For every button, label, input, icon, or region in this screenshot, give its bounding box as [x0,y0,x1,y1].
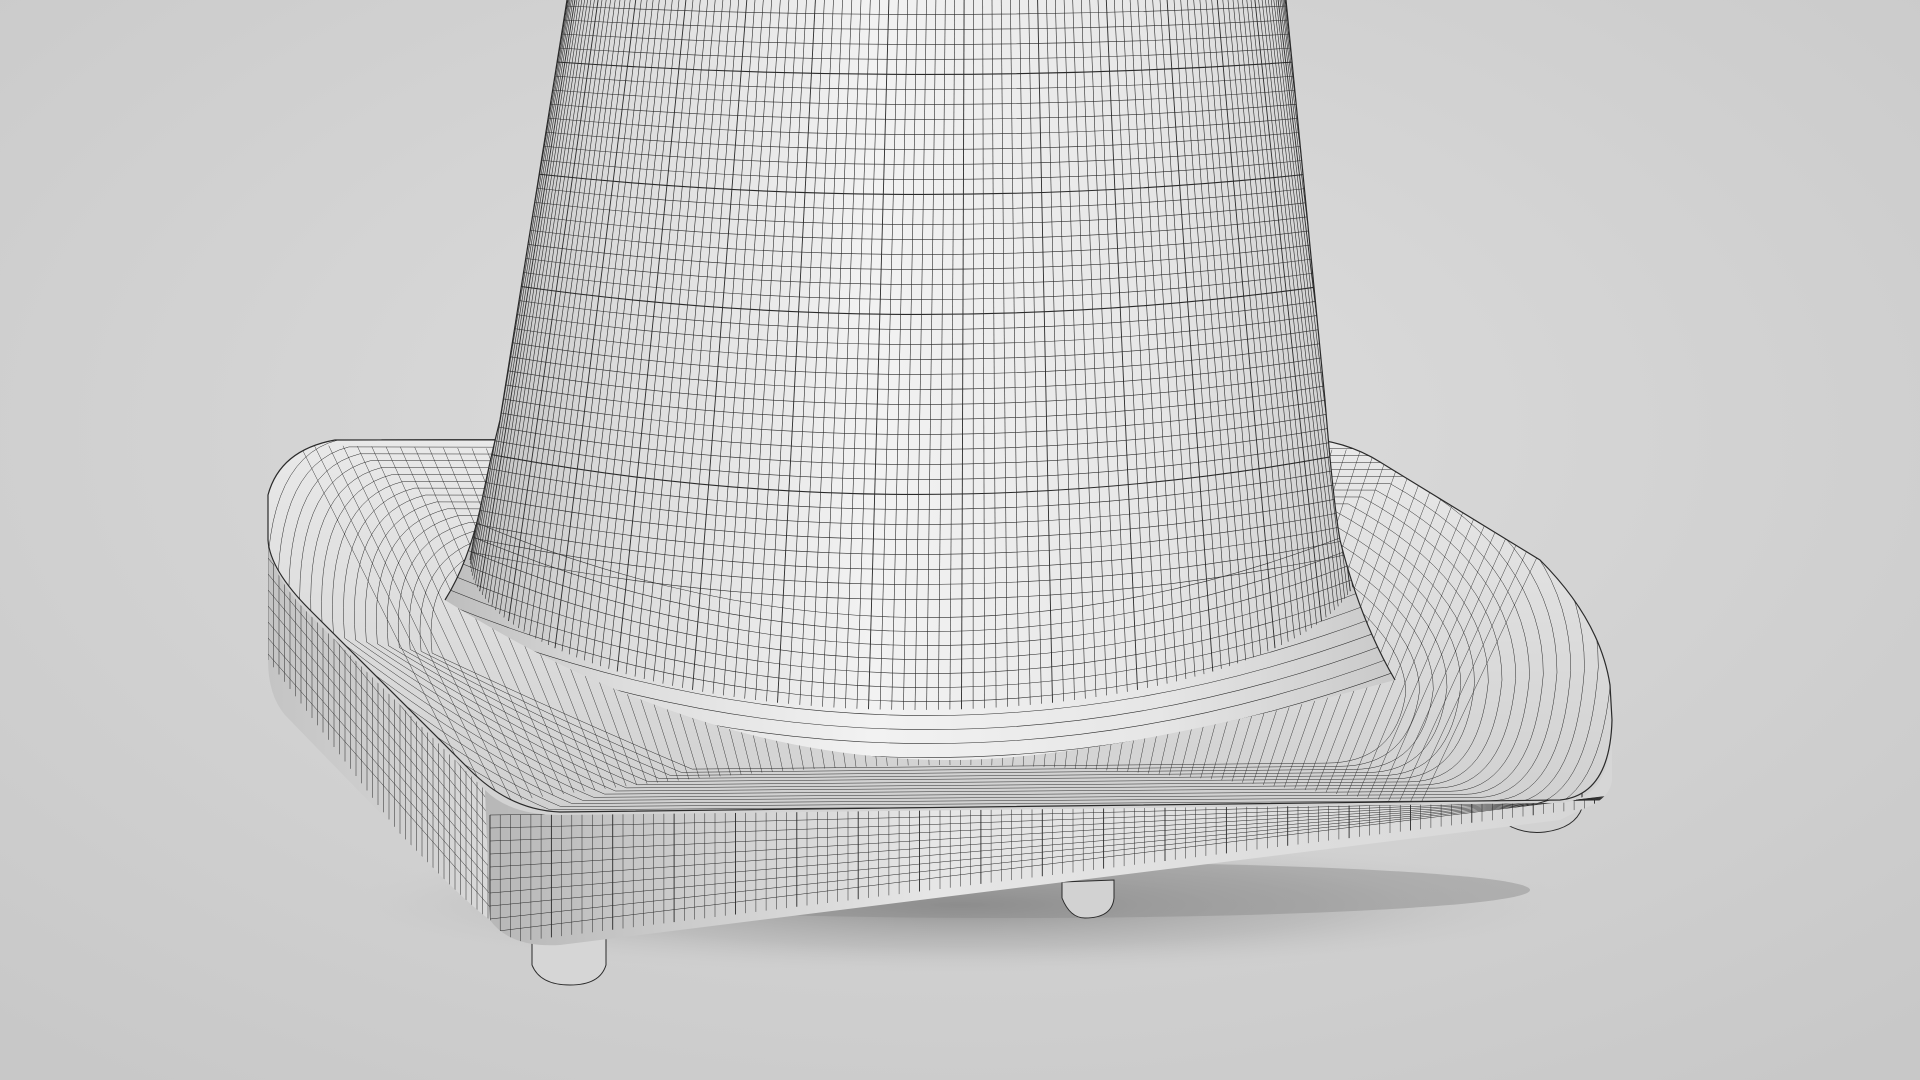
cone-body [444,0,1396,760]
render-viewport [0,0,1920,1080]
